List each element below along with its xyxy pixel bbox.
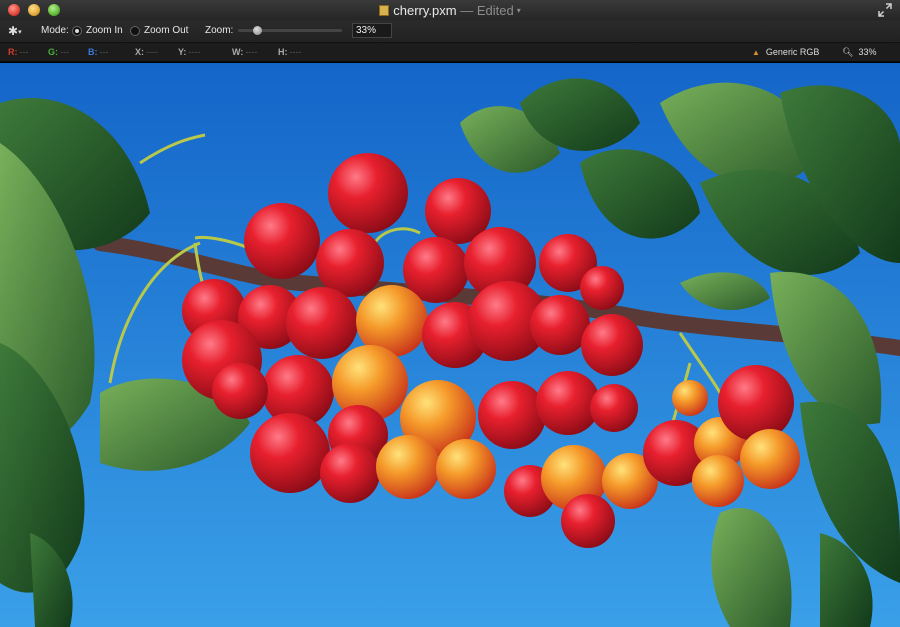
blue-readout: B: --- (88, 47, 109, 57)
zoom-in-label[interactable]: Zoom In (86, 25, 123, 36)
green-value: --- (60, 47, 69, 57)
zoom-label: Zoom: (205, 25, 234, 36)
width-value: ---- (245, 47, 258, 57)
zoom-out-radio[interactable] (130, 26, 140, 36)
mode-label: Mode: (41, 25, 69, 36)
y-readout: Y: ---- (178, 47, 200, 57)
title-bar[interactable]: cherry.pxm — Edited ▾ (0, 0, 900, 20)
tool-options-bar: ✱▾ Mode: Zoom In Zoom Out Zoom: 33% (0, 20, 900, 42)
cherry-photo (0, 63, 900, 627)
zoom-readout[interactable]: 🔍︎ 33% (842, 47, 876, 58)
width-readout: W: ---- (232, 47, 257, 57)
document-filename: cherry.pxm (393, 3, 457, 18)
zoom-out-label[interactable]: Zoom Out (144, 25, 188, 36)
info-bar: R: --- G: --- B: --- X: ---- Y: ---- W: ---- H… (0, 42, 900, 62)
zoom-readout-value: 33% (858, 47, 877, 57)
x-value: ---- (146, 47, 158, 57)
zoom-percent-field[interactable]: 33% (352, 23, 392, 38)
height-value: ---- (289, 47, 302, 57)
zoom-slider-thumb[interactable] (252, 26, 262, 35)
app-window: cherry.pxm — Edited ▾ ✱▾ Mode: Zoom In Zo… (0, 0, 900, 627)
magnifier-icon: 🔍︎ (842, 47, 854, 57)
profile-arrow-icon: ▲ (752, 48, 760, 57)
chevron-down-icon: ▾ (18, 29, 22, 36)
blue-value: --- (99, 47, 109, 57)
green-readout: G: --- (48, 47, 69, 57)
color-profile-button[interactable]: ▲ Generic RGB (752, 47, 819, 57)
red-key: R: (8, 47, 18, 57)
fullscreen-icon[interactable] (878, 3, 892, 17)
blue-key: B: (88, 47, 98, 57)
document-status: Edited (476, 3, 514, 18)
width-key: W: (232, 47, 244, 57)
y-value: ---- (188, 47, 201, 57)
image-canvas[interactable] (0, 63, 900, 627)
gear-menu-button[interactable]: ✱▾ (8, 24, 22, 38)
x-key: X: (135, 47, 144, 57)
chevron-down-icon[interactable]: ▾ (517, 6, 521, 15)
document-icon (379, 5, 390, 16)
zoom-in-radio[interactable] (72, 26, 82, 36)
x-readout: X: ---- (135, 47, 158, 57)
window-title[interactable]: cherry.pxm — Edited ▾ (0, 3, 900, 18)
red-value: --- (19, 47, 29, 57)
height-readout: H: ---- (278, 47, 302, 57)
color-profile-label: Generic RGB (765, 47, 820, 57)
gear-icon: ✱ (8, 24, 19, 38)
y-key: Y: (178, 47, 187, 57)
height-key: H: (278, 47, 288, 57)
green-key: G: (48, 47, 58, 57)
red-readout: R: --- (8, 47, 29, 57)
title-separator: — (460, 3, 474, 18)
